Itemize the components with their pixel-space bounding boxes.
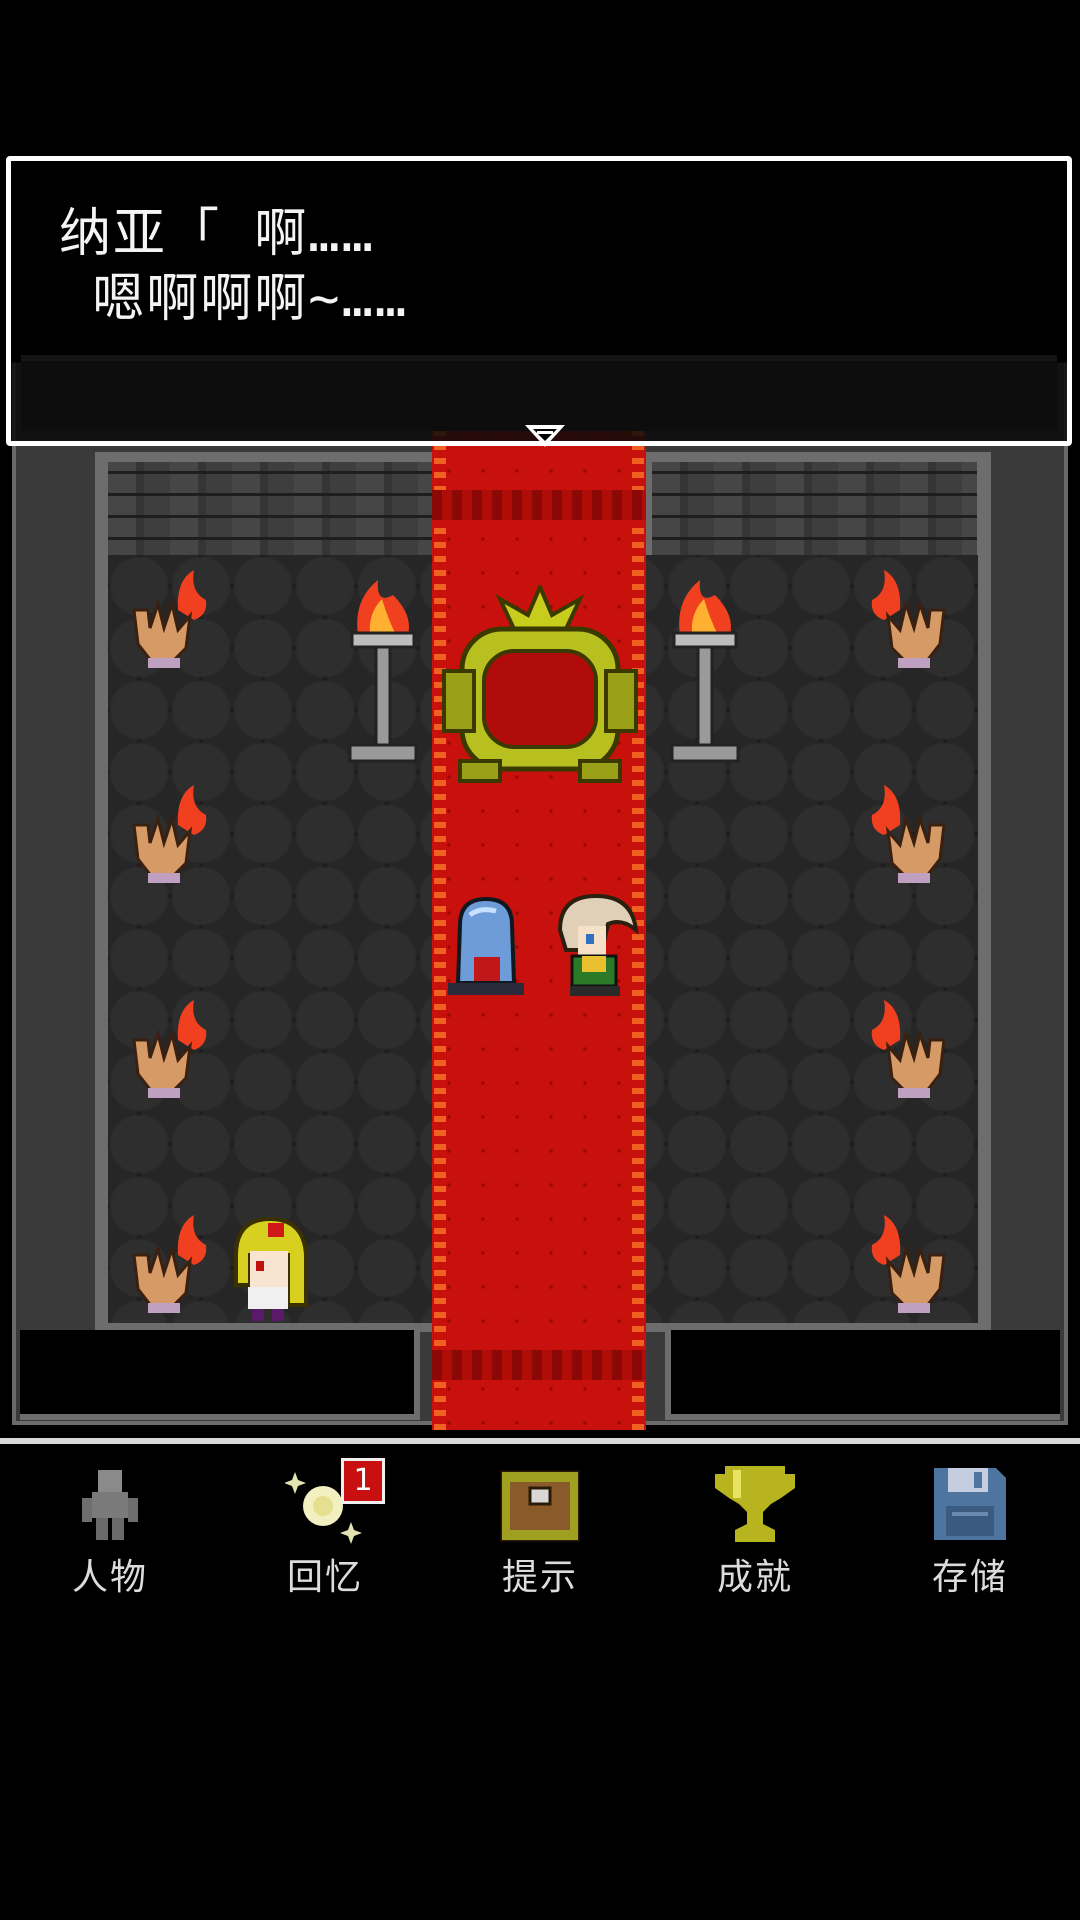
menu-save-button[interactable]: 存储 [890, 1464, 1050, 1614]
dialog-box[interactable]: 纳亚「 啊…… 嗯啊啊啊~…… [6, 156, 1072, 449]
standing-torch [670, 580, 740, 763]
blue-slime-character[interactable] [440, 895, 532, 1000]
white-haired-character[interactable] [552, 890, 642, 1000]
hand-torch [871, 570, 946, 668]
lower-left-pit [20, 1330, 420, 1420]
hand-torch [871, 1215, 946, 1313]
character-silhouette-icon [82, 1470, 138, 1540]
treasure-chest-icon [500, 1470, 580, 1542]
bottom-menu-bar: 人物 1 回忆 提示 成就 存储 [0, 1438, 1080, 1614]
hand-torch [132, 785, 207, 883]
menu-memory-label: 回忆 [286, 1557, 363, 1598]
floppy-disk-icon [934, 1468, 1006, 1540]
hand-torch [871, 785, 946, 883]
carpet-band [432, 490, 646, 520]
memory-notification-badge: 1 [341, 1458, 385, 1504]
hand-torch [132, 1215, 207, 1313]
hand-torch [132, 1000, 207, 1098]
dialog-line-1: 纳亚「 啊…… [59, 204, 375, 264]
menu-hint-button[interactable]: 提示 [460, 1464, 620, 1614]
menu-hint-label: 提示 [501, 1557, 578, 1598]
standing-torch [348, 580, 418, 763]
menu-character-label: 人物 [71, 1557, 148, 1598]
carpet-band [432, 1350, 646, 1380]
brick-wall-right [652, 462, 977, 562]
dialog-line-2: 嗯啊啊啊~…… [59, 269, 409, 329]
menu-memory-button[interactable]: 1 回忆 [245, 1458, 405, 1614]
golden-throne[interactable] [440, 585, 640, 785]
dialog-backdrop [21, 355, 1057, 431]
menu-save-label: 存储 [931, 1557, 1008, 1598]
menu-achievement-label: 成就 [716, 1557, 793, 1598]
lower-right-pit [665, 1330, 1060, 1420]
brick-wall-left [108, 462, 433, 562]
menu-achievement-button[interactable]: 成就 [675, 1464, 835, 1614]
menu-character-button[interactable]: 人物 [30, 1464, 190, 1614]
trophy-icon [715, 1466, 795, 1542]
hand-torch [871, 1000, 946, 1098]
blonde-girl-character[interactable] [230, 1215, 310, 1325]
continue-arrow-icon[interactable] [523, 423, 567, 449]
hand-torch [132, 570, 207, 668]
